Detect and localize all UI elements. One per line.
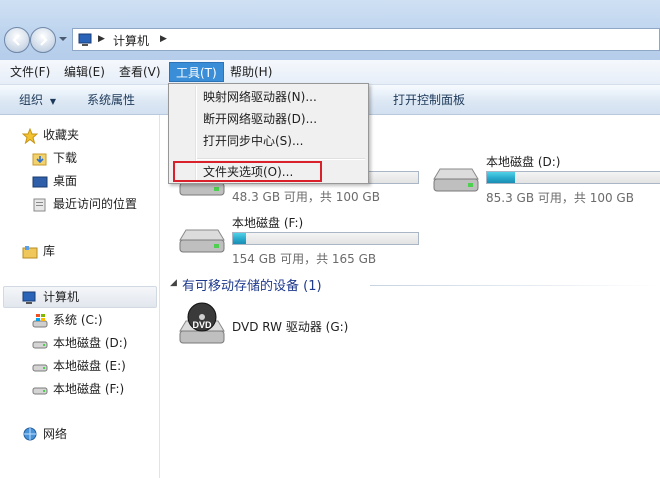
address-bar[interactable]: ▶ 计算机 ▶ [72,28,660,51]
drive-f-info: 154 GB 可用，共 165 GB [232,252,377,266]
nav-drive-c-label: 系统 (C:) [53,313,103,327]
menu-file[interactable]: 文件(F) [4,62,56,82]
menu-edit[interactable]: 编辑(E) [58,62,111,82]
hard-drive-icon [32,387,48,395]
drive-d-tile[interactable]: 本地磁盘 (D:) 85.3 GB 可用，共 100 GB [430,153,660,205]
menu-view[interactable]: 查看(V) [113,62,167,82]
annotation-highlight-box [173,161,322,182]
computer-icon [78,33,92,46]
nav-recent-label: 最近访问的位置 [53,197,138,211]
title-bar: ▶ 计算机 ▶ [0,0,660,60]
dvd-drive-name: DVD RW 驱动器 (G:) [232,320,349,334]
hard-drive-icon [32,341,48,349]
nav-drive-d-label: 本地磁盘 (D:) [53,336,128,350]
arrow-right-icon [40,34,48,46]
chevron-down-icon: ▼ [49,97,56,106]
drive-f-tile[interactable]: 本地磁盘 (F:) 154 GB 可用，共 165 GB [176,214,436,266]
disconnect-network-drive-item[interactable]: 断开网络驱动器(D)... [203,108,317,130]
menu-bar: 文件(F) 编辑(E) 查看(V) 工具(T) 帮助(H) [0,60,660,85]
drive-f-usage-bar [232,232,419,245]
nav-downloads-label: 下载 [53,151,78,165]
hard-drive-icon [179,229,225,253]
drive-c-info: 48.3 GB 可用，共 100 GB [232,190,380,204]
dvd-drive-icon: DVD [179,302,225,344]
dvd-drive-tile[interactable]: DVD DVD RW 驱动器 (G:) [176,301,436,351]
network-icon [23,427,37,441]
removable-storage-header[interactable]: ◢ 有可移动存储的设备 (1) [170,275,660,295]
collapse-triangle-icon[interactable]: ◢ [170,278,177,288]
svg-text:DVD: DVD [192,320,212,330]
nav-computer-label: 计算机 [43,290,80,304]
star-icon [22,128,38,144]
nav-drive-f-label: 本地磁盘 (F:) [53,382,125,396]
nav-desktop-label: 桌面 [53,174,78,188]
navigation-pane: 收藏夹 下载 桌面 最近访问的位置 库 计算机 系统 (C:) 本地磁盘 (D:… [0,115,160,478]
section-divider [370,285,660,286]
organize-label: 组织 [19,93,44,107]
drive-f-name: 本地磁盘 (F:) [232,216,304,230]
drive-d-usage-bar [486,171,660,184]
breadcrumb-computer[interactable]: 计算机 [113,32,149,49]
drive-d-name: 本地磁盘 (D:) [486,155,561,169]
drive-f-usage-fill [233,233,246,244]
forward-button[interactable] [30,27,56,53]
system-properties-button[interactable]: 系统属性 [87,91,135,108]
back-button[interactable] [4,27,30,53]
chevron-down-icon[interactable] [58,34,68,44]
downloads-folder-icon [32,153,47,166]
windows-drive-icon [32,314,48,328]
arrow-left-icon [12,34,20,46]
recent-places-icon [33,198,46,212]
hard-drive-icon [433,168,479,192]
nav-computer[interactable]: 计算机 [3,286,157,308]
breadcrumb-arrow-icon[interactable]: ▶ [160,34,167,44]
library-icon [22,246,38,259]
breadcrumb-arrow-icon[interactable]: ▶ [98,34,105,44]
hard-drive-icon [32,364,48,372]
computer-icon [22,291,36,304]
menu-separator [197,158,365,160]
tools-dropdown-menu: 映射网络驱动器(N)... 断开网络驱动器(D)... 打开同步中心(S)...… [168,83,369,184]
nav-drive-e-label: 本地磁盘 (E:) [53,359,126,373]
menu-help[interactable]: 帮助(H) [224,62,278,82]
nav-libraries-label: 库 [43,244,56,258]
removable-storage-title: 有可移动存储的设备 (1) [182,279,322,294]
open-sync-center-item[interactable]: 打开同步中心(S)... [203,130,303,152]
open-control-panel-button[interactable]: 打开控制面板 [393,91,465,108]
map-network-drive-item[interactable]: 映射网络驱动器(N)... [203,86,317,108]
desktop-icon [32,176,48,188]
menu-tools[interactable]: 工具(T) [169,62,224,82]
drive-d-info: 85.3 GB 可用，共 100 GB [486,191,634,205]
nav-favorites-label: 收藏夹 [43,128,80,142]
organize-button[interactable]: 组织 ▼ [19,91,56,108]
drive-d-usage-fill [487,172,515,183]
nav-network-label: 网络 [43,427,68,441]
